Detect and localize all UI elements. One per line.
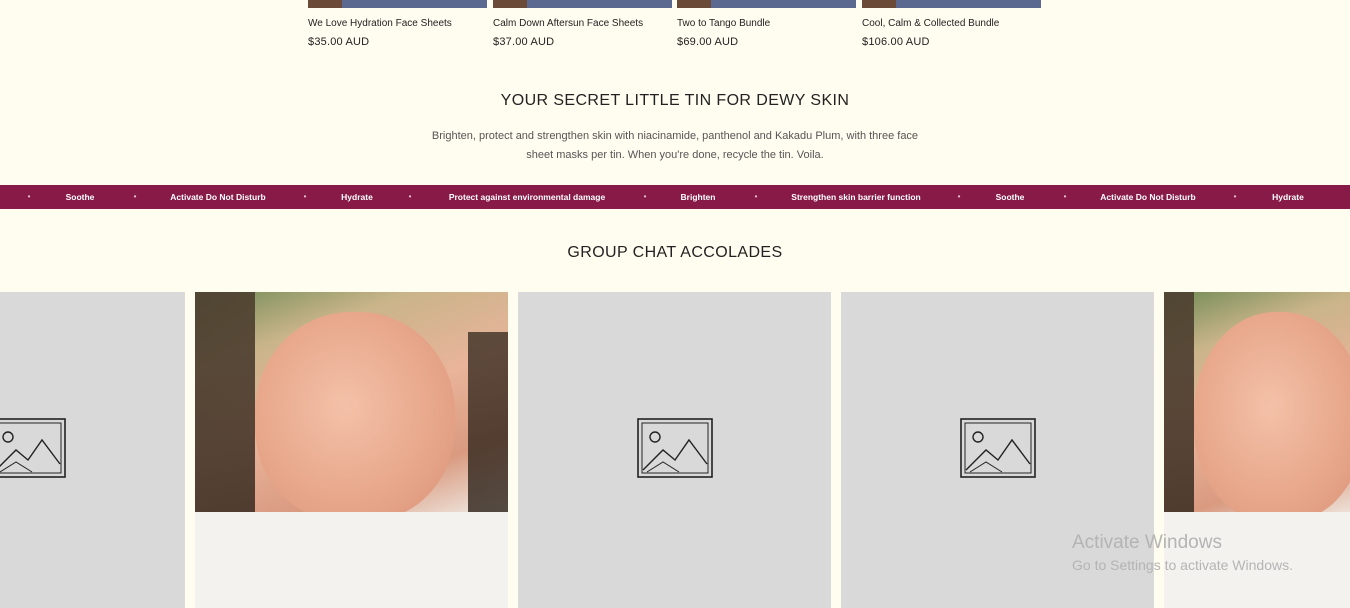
- section-title: YOUR SECRET LITTLE TIN FOR DEWY SKIN: [500, 92, 850, 109]
- product-name[interactable]: Calm Down Aftersun Face Sheets: [493, 18, 672, 29]
- ticker-separator: •: [754, 192, 758, 201]
- watermark-title: Activate Windows: [1072, 532, 1222, 553]
- product-card[interactable]: Two to Tango Bundle $69.00 AUD: [677, 0, 856, 48]
- product-price: $69.00 AUD: [677, 36, 739, 48]
- ticker-item: Strengthen skin barrier function: [791, 192, 921, 202]
- image-placeholder-icon: [0, 418, 66, 478]
- photo-detail: [1194, 312, 1350, 522]
- product-image[interactable]: [677, 0, 856, 8]
- product-card[interactable]: Cool, Calm & Collected Bundle $106.00 AU…: [862, 0, 1041, 48]
- ticker-separator: •: [27, 192, 31, 201]
- product-name[interactable]: We Love Hydration Face Sheets: [308, 18, 487, 29]
- ticker-separator: •: [643, 192, 647, 201]
- photo-detail: [195, 512, 508, 608]
- image-placeholder-icon: [960, 418, 1036, 478]
- description-line: sheet masks per tin. When you're done, r…: [526, 149, 824, 161]
- accolade-tile[interactable]: [0, 292, 185, 608]
- ticker-separator: •: [1233, 192, 1237, 201]
- ticker-item: Soothe: [65, 192, 95, 202]
- product-price: $35.00 AUD: [308, 36, 370, 48]
- product-price: $37.00 AUD: [493, 36, 555, 48]
- ticker-separator: •: [303, 192, 307, 201]
- product-image[interactable]: [862, 0, 1041, 8]
- ticker-item: Activate Do Not Disturb: [170, 192, 266, 202]
- ticker-separator: •: [408, 192, 412, 201]
- product-name[interactable]: Two to Tango Bundle: [677, 18, 856, 29]
- ticker-item: Soothe: [995, 192, 1025, 202]
- ticker-separator: •: [957, 192, 961, 201]
- windows-activation-watermark: Activate Windows Go to Settings to activ…: [1072, 532, 1293, 573]
- accolade-tile[interactable]: [518, 292, 831, 608]
- ticker-separator: •: [133, 192, 137, 201]
- benefits-ticker: • Soothe • Activate Do Not Disturb • Hyd…: [0, 185, 1350, 209]
- ticker-item: Activate Do Not Disturb: [1100, 192, 1196, 202]
- description-line: Brighten, protect and strengthen skin wi…: [431, 130, 919, 142]
- product-price: $106.00 AUD: [862, 36, 930, 48]
- ticker-item: Brighten: [680, 192, 716, 202]
- product-row: We Love Hydration Face Sheets $35.00 AUD…: [308, 0, 1043, 60]
- accolade-photo[interactable]: [195, 292, 508, 608]
- product-image[interactable]: [308, 0, 487, 8]
- ticker-item: Hydrate: [1272, 192, 1304, 202]
- watermark-subtitle: Go to Settings to activate Windows.: [1072, 557, 1293, 573]
- ticker-item: Hydrate: [341, 192, 373, 202]
- photo-detail: [255, 312, 455, 522]
- product-card[interactable]: We Love Hydration Face Sheets $35.00 AUD: [308, 0, 487, 48]
- product-card[interactable]: Calm Down Aftersun Face Sheets $37.00 AU…: [493, 0, 672, 48]
- ticker-item: Protect against environmental damage: [448, 192, 606, 202]
- ticker-separator: •: [1063, 192, 1067, 201]
- image-placeholder-icon: [637, 418, 713, 478]
- accolades-title: GROUP CHAT ACCOLADES: [567, 244, 783, 261]
- product-name[interactable]: Cool, Calm & Collected Bundle: [862, 18, 1041, 29]
- section-description: Brighten, protect and strengthen skin wi…: [405, 127, 945, 165]
- product-image[interactable]: [493, 0, 672, 8]
